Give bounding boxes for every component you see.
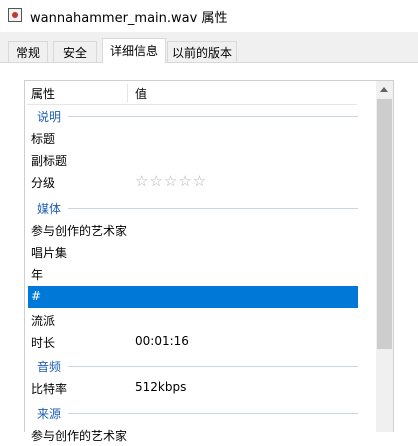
row-year[interactable]: 年 xyxy=(28,263,358,285)
row-duration[interactable]: 时长 00:01:16 xyxy=(28,331,358,353)
tab-previous-versions[interactable]: 以前的版本 xyxy=(167,41,237,63)
row-contributing-artists[interactable]: 参与创作的艺术家 xyxy=(28,219,358,241)
column-header-value[interactable]: 值 xyxy=(135,85,147,102)
row-bitrate[interactable]: 比特率 512kbps xyxy=(28,377,358,399)
column-separator[interactable] xyxy=(127,84,128,102)
audio-file-icon xyxy=(8,8,22,22)
tab-general[interactable]: 常规 xyxy=(8,41,48,63)
row-partial[interactable]: 参与创作的艺术家 xyxy=(28,424,358,446)
group-audio: 音频 xyxy=(28,356,358,376)
tab-security[interactable]: 安全 xyxy=(53,41,97,63)
row-rating[interactable]: 分级 ☆☆☆☆☆ xyxy=(28,171,358,193)
row-title[interactable]: 标题 xyxy=(28,127,358,149)
group-source: 来源 xyxy=(28,403,358,423)
row-subtitle[interactable]: 副标题 xyxy=(28,149,358,171)
column-header: 属性 值 xyxy=(27,82,357,105)
scrollbar-thumb[interactable] xyxy=(377,99,392,349)
row-genre[interactable]: 流派 xyxy=(28,309,358,331)
scroll-up-arrow-icon[interactable] xyxy=(376,81,393,98)
rating-stars[interactable]: ☆☆☆☆☆ xyxy=(135,172,207,190)
group-description: 说明 xyxy=(28,106,358,126)
group-divider xyxy=(68,208,358,209)
group-media: 媒体 xyxy=(28,198,358,218)
tab-details[interactable]: 详细信息 xyxy=(102,38,166,63)
group-divider xyxy=(68,116,358,117)
group-divider xyxy=(68,413,358,414)
window-title: wannahammer_main.wav 属性 xyxy=(30,11,228,26)
row-album[interactable]: 唱片集 xyxy=(28,241,358,263)
group-divider xyxy=(68,366,358,367)
row-track-number[interactable]: # xyxy=(28,286,358,308)
title-bar: wannahammer_main.wav 属性 xyxy=(0,0,418,32)
column-header-property[interactable]: 属性 xyxy=(31,85,55,102)
